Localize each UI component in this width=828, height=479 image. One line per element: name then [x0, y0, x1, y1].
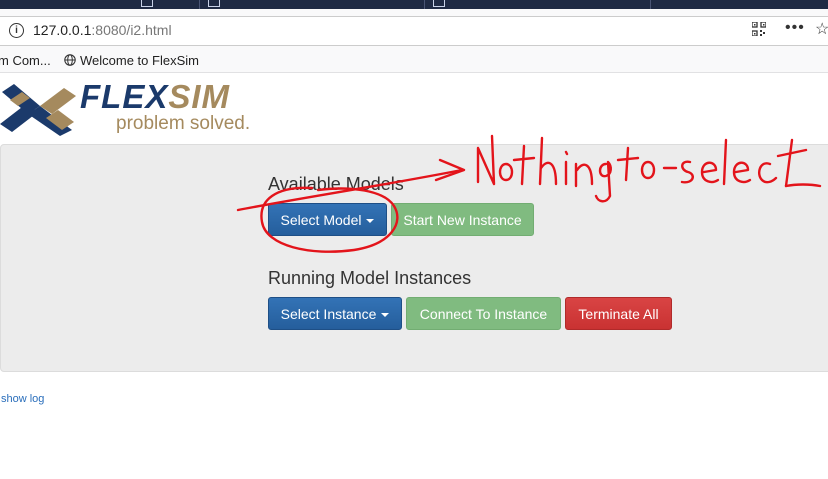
connect-to-instance-button[interactable]: Connect To Instance	[406, 297, 561, 330]
qr-code-icon[interactable]	[752, 22, 766, 36]
tab-separator	[424, 0, 425, 9]
select-model-dropdown[interactable]: Select Model	[268, 203, 387, 236]
select-instance-dropdown[interactable]: Select Instance	[268, 297, 402, 330]
tab-icon	[433, 0, 445, 7]
bookmarks-bar: m Com... Welcome to FlexSim	[0, 49, 828, 73]
terminate-all-button[interactable]: Terminate All	[565, 297, 672, 330]
logo-tagline: problem solved.	[116, 113, 251, 134]
select-model-label: Select Model	[280, 212, 362, 228]
available-models-heading: Available Models	[268, 174, 404, 194]
page-actions-menu-icon[interactable]: •••	[785, 19, 805, 37]
info-icon[interactable]: i	[9, 23, 24, 38]
browser-tab-strip	[0, 0, 828, 9]
logo-wordmark: FLEXSIM	[80, 78, 231, 115]
address-text[interactable]: 127.0.0.1:8080/i2.html	[33, 22, 172, 38]
bookmark-item[interactable]: m Com...	[0, 53, 51, 68]
bookmark-label: Welcome to FlexSim	[80, 53, 199, 68]
caret-down-icon	[381, 313, 390, 318]
bookmark-star-icon[interactable]: ☆	[815, 19, 828, 39]
tab-separator	[650, 0, 651, 9]
globe-icon	[64, 54, 76, 66]
models-panel	[0, 144, 828, 372]
tab-icon	[208, 0, 220, 7]
caret-down-icon	[366, 219, 375, 224]
address-bar[interactable]: i 127.0.0.1:8080/i2.html ••• ☆	[0, 16, 828, 46]
browser-toolbar: i 127.0.0.1:8080/i2.html ••• ☆	[0, 9, 828, 50]
running-instances-heading: Running Model Instances	[268, 268, 472, 288]
tab-icon	[141, 0, 153, 7]
show-log-link[interactable]: show log	[1, 393, 44, 405]
bookmark-item-flexsim[interactable]: Welcome to FlexSim	[64, 53, 199, 68]
tab-separator	[199, 0, 200, 9]
start-new-instance-button[interactable]: Start New Instance	[391, 203, 534, 236]
select-instance-label: Select Instance	[280, 306, 377, 322]
